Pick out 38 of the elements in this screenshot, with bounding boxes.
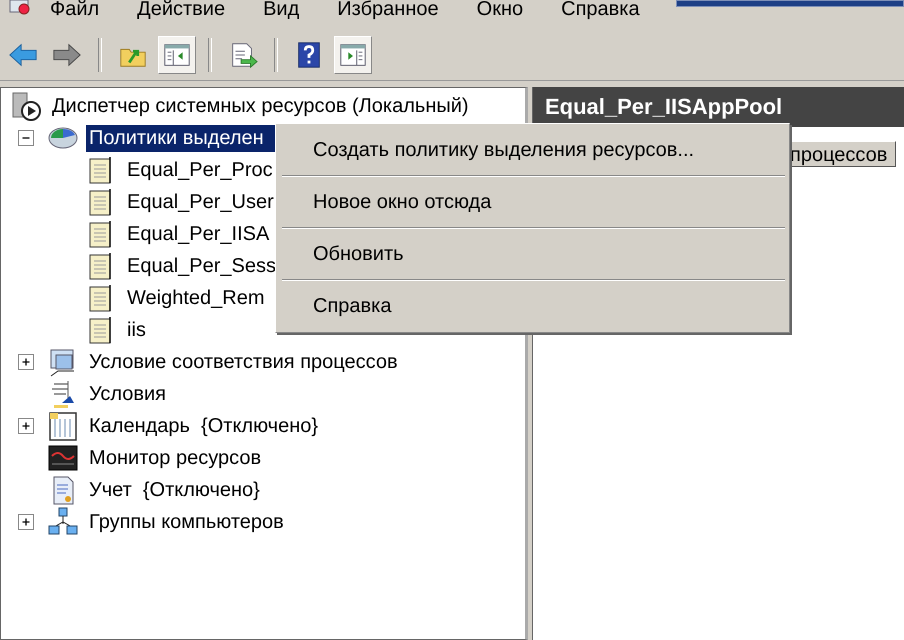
app-icon: [8, 0, 32, 16]
menu-item[interactable]: Окно: [476, 0, 524, 18]
action-pane-button[interactable]: [334, 36, 372, 74]
pane-icon: [338, 41, 368, 69]
menu-item[interactable]: Справка: [561, 0, 640, 18]
tree-item[interactable]: Equal_Per_Proc: [124, 156, 276, 184]
tree-item[interactable]: Weighted_Rem: [124, 284, 268, 312]
menu-item[interactable]: Вид: [263, 0, 300, 18]
tree-item[interactable]: Equal_Per_IISA: [124, 220, 272, 248]
context-menu-item[interactable]: Справка: [276, 286, 789, 326]
tree-item[interactable]: Диспетчер системных ресурсов (Локальный): [49, 92, 472, 120]
expand-toggle[interactable]: [18, 418, 34, 434]
network-icon: [48, 507, 78, 537]
menu-item[interactable]: Файл: [50, 0, 100, 18]
menu-item[interactable]: Избранное: [337, 0, 439, 18]
pane-icon: [162, 41, 192, 69]
calendar-icon: [48, 411, 78, 441]
tree-item[interactable]: Equal_Per_Sess: [124, 252, 279, 280]
expand-toggle[interactable]: [18, 514, 34, 530]
tree-item[interactable]: Календарь {Отключено}: [86, 412, 322, 440]
pane-title: Equal_Per_IISAppPool: [533, 87, 904, 127]
tree-item[interactable]: Учет {Отключено}: [86, 476, 263, 504]
context-menu-item[interactable]: Новое окно отсюда: [276, 182, 789, 222]
tree-item[interactable]: Группы компьютеров: [86, 508, 287, 536]
show-tree-button[interactable]: [158, 36, 196, 74]
monitor-icon: [48, 443, 78, 473]
tree-item[interactable]: Условия: [86, 380, 170, 408]
right-arrow-icon: [52, 41, 82, 69]
collapse-toggle[interactable]: [18, 130, 34, 146]
menu-item[interactable]: Действие: [137, 0, 226, 18]
server-icon: [11, 91, 41, 121]
context-menu-item[interactable]: Обновить: [276, 234, 789, 274]
tree-item[interactable]: Equal_Per_User: [124, 188, 277, 216]
tree-item[interactable]: iis: [124, 316, 149, 344]
expand-toggle[interactable]: [18, 354, 34, 370]
tree-item[interactable]: Монитор ресурсов: [86, 444, 264, 472]
tree-item[interactable]: Условие соответствия процессов: [86, 348, 401, 376]
left-arrow-icon: [8, 41, 38, 69]
